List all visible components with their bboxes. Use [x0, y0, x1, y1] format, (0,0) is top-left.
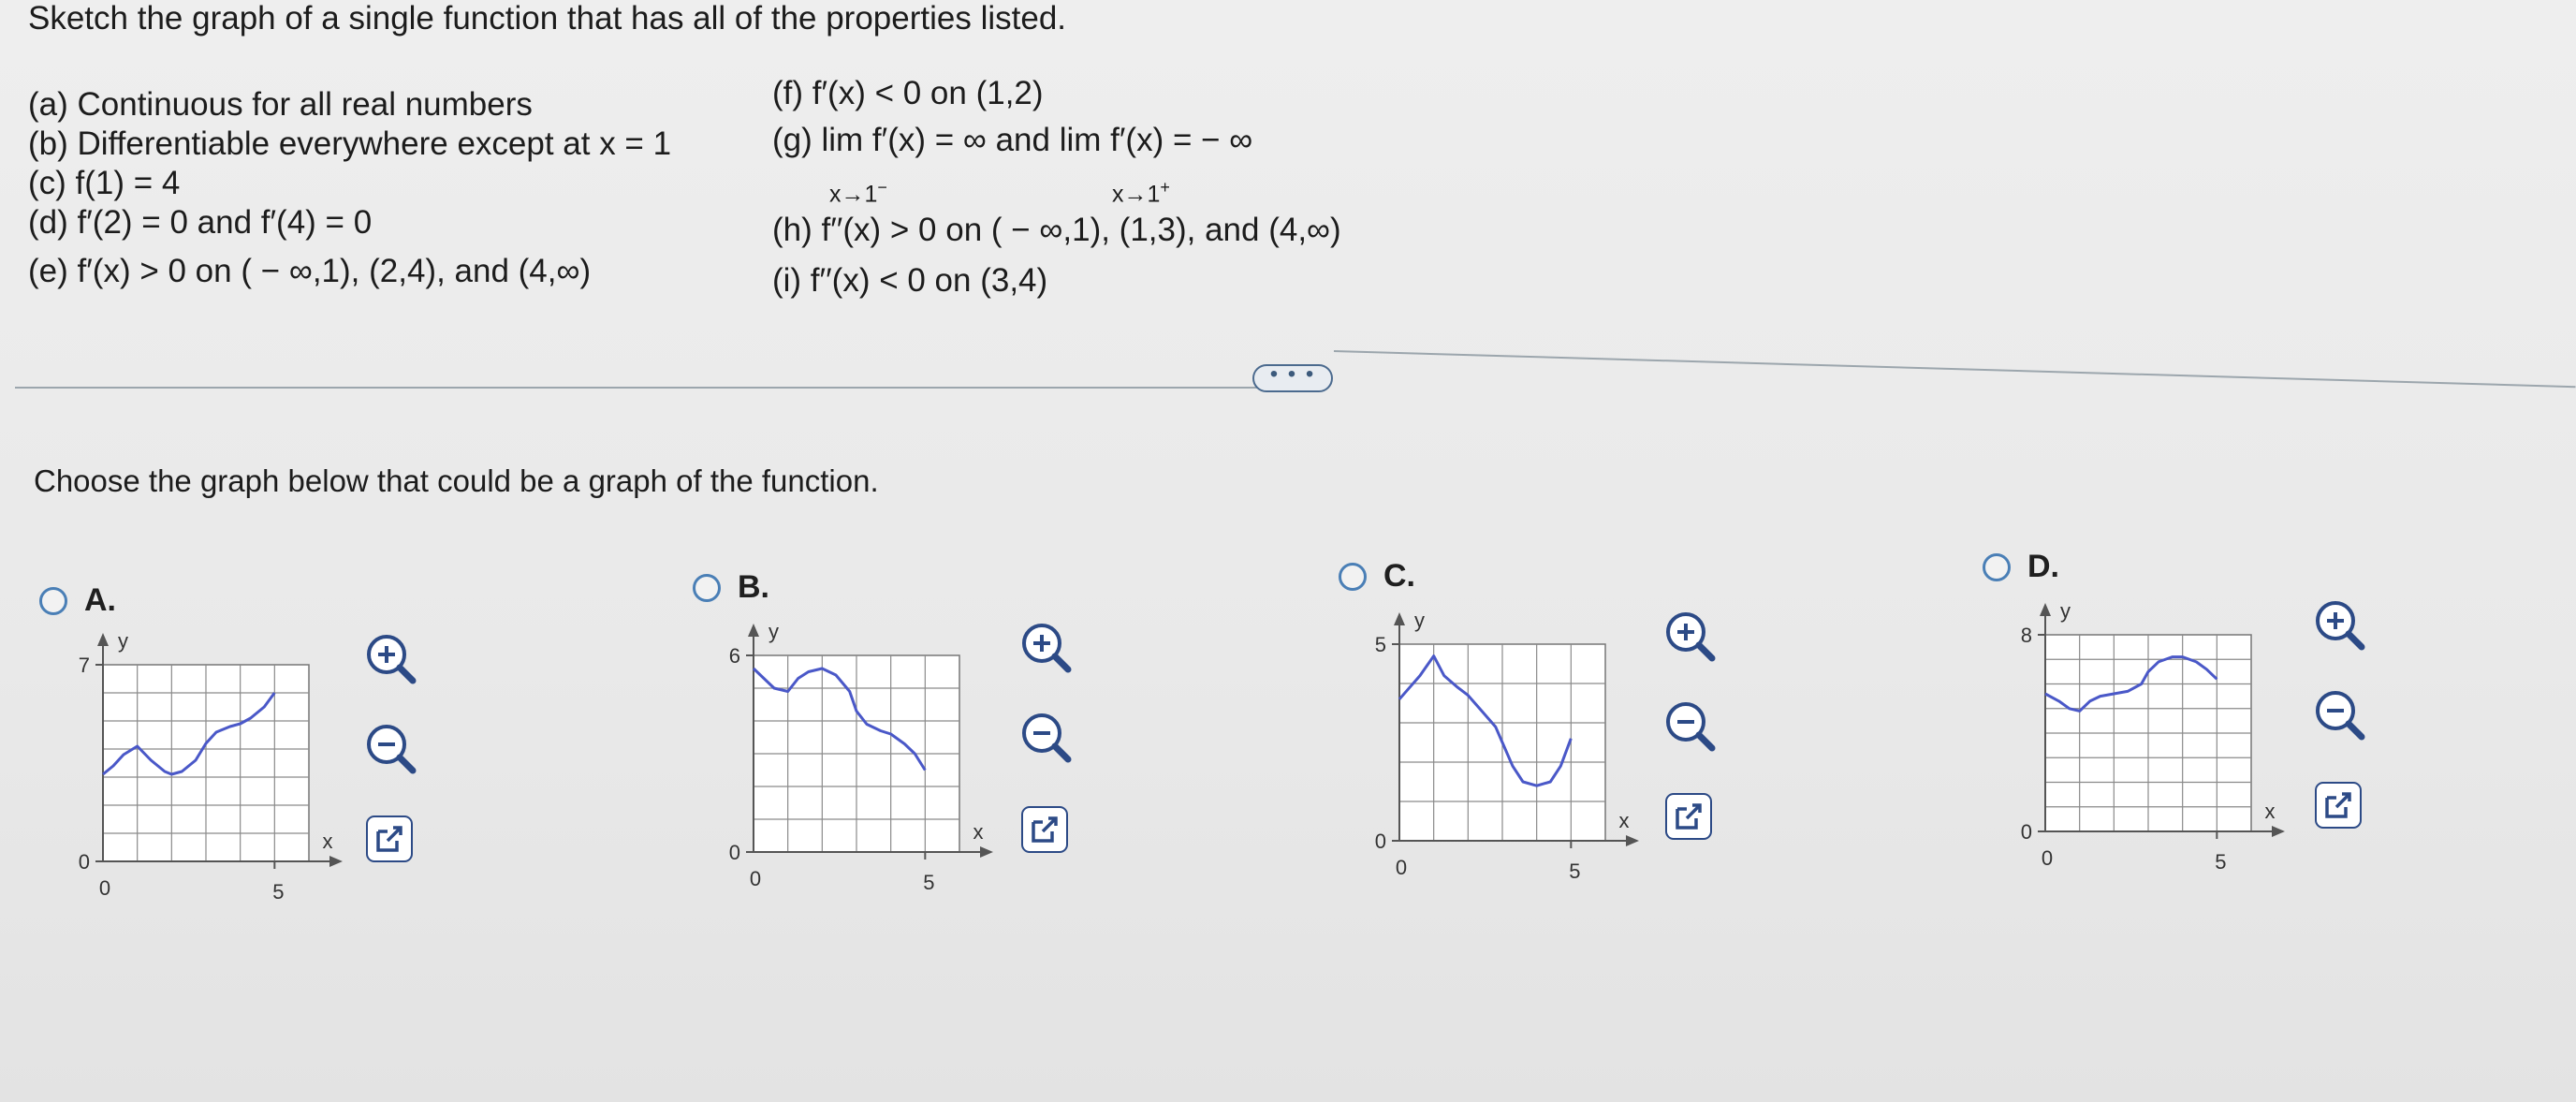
- property-g: (g) lim f′(x) = ∞ and lim f′(x) = − ∞: [772, 122, 1253, 158]
- x-origin-label: 0: [750, 867, 761, 890]
- divider: [15, 387, 1265, 389]
- option-c[interactable]: C.: [1339, 558, 1415, 595]
- x-tick-label: 5: [2215, 850, 2226, 874]
- open-new-window-icon[interactable]: [2314, 781, 2363, 830]
- y-tick-label: 8: [2021, 624, 2032, 647]
- x-axis-arrow: [1626, 835, 1639, 846]
- x-axis-label: x: [2265, 800, 2276, 823]
- y-tick-label: 7: [79, 654, 90, 677]
- property-i: (i) f′′(x) < 0 on (3,4): [772, 262, 1048, 299]
- open-new-window-icon[interactable]: [365, 815, 414, 863]
- origin-y-label: 0: [2021, 820, 2032, 844]
- y-axis-label: y: [1414, 609, 1425, 632]
- radio-option-b[interactable]: [693, 573, 721, 602]
- y-axis-arrow: [97, 633, 109, 646]
- divider: [1333, 350, 2576, 389]
- x-origin-label: 0: [1396, 856, 1407, 879]
- open-new-window-icon[interactable]: [1664, 792, 1713, 841]
- property-d: (d) f′(2) = 0 and f′(4) = 0: [28, 204, 373, 241]
- x-axis-arrow: [329, 856, 343, 867]
- option-letter-b: B.: [738, 569, 769, 605]
- limit-subscript-left: x→1−: [829, 178, 887, 208]
- radio-option-c[interactable]: [1339, 562, 1367, 591]
- origin-y-label: 0: [79, 850, 90, 874]
- zoom-out-icon[interactable]: [1662, 698, 1717, 753]
- x-tick-label: 5: [1569, 860, 1580, 883]
- x-tick-label: 5: [923, 871, 934, 894]
- option-d[interactable]: D.: [1983, 549, 2059, 585]
- origin-y-label: 0: [1375, 830, 1386, 853]
- property-h: (h) f′′(x) > 0 on ( − ∞,1), (1,3), and (…: [772, 212, 1341, 248]
- x-tick-label: 5: [272, 880, 284, 904]
- property-a: (a) Continuous for all real numbers: [28, 86, 533, 123]
- x-axis-label: x: [1619, 809, 1630, 832]
- x-axis-arrow: [2272, 826, 2285, 837]
- question-title: Sketch the graph of a single function th…: [28, 0, 1067, 37]
- graph-d: 8 00 5 x y: [2021, 599, 2285, 874]
- zoom-out-icon[interactable]: [363, 721, 417, 775]
- radio-option-a[interactable]: [39, 586, 67, 615]
- x-origin-label: 0: [2042, 846, 2053, 870]
- y-axis-label: y: [118, 629, 128, 653]
- radio-option-d[interactable]: [1983, 552, 2011, 581]
- open-new-window-icon[interactable]: [1020, 805, 1069, 854]
- y-axis-arrow: [748, 624, 759, 637]
- option-letter-c: C.: [1383, 558, 1415, 594]
- graph-a: 7 00 5 x y: [79, 629, 343, 904]
- zoom-in-icon[interactable]: [1662, 609, 1717, 663]
- y-axis-arrow: [2040, 603, 2051, 616]
- option-b[interactable]: B.: [693, 569, 769, 606]
- y-axis-label: y: [2060, 599, 2071, 623]
- more-button[interactable]: • • •: [1252, 363, 1333, 392]
- y-tick-label: 5: [1375, 633, 1386, 656]
- zoom-out-icon[interactable]: [2312, 687, 2366, 742]
- y-tick-label: 6: [729, 644, 740, 668]
- option-letter-d: D.: [2027, 549, 2059, 584]
- graph-c: 5 00 5 x y: [1375, 609, 1639, 883]
- property-e: (e) f′(x) > 0 on ( − ∞,1), (2,4), and (4…: [28, 253, 592, 289]
- instruction-text: Choose the graph below that could be a g…: [34, 463, 879, 498]
- x-axis-label: x: [973, 820, 984, 844]
- x-origin-label: 0: [99, 876, 110, 900]
- x-axis-label: x: [323, 830, 333, 853]
- zoom-in-icon[interactable]: [2312, 597, 2366, 652]
- zoom-out-icon[interactable]: [1018, 710, 1073, 764]
- option-a[interactable]: A.: [39, 582, 116, 619]
- option-letter-a: A.: [84, 582, 116, 618]
- x-axis-arrow: [980, 846, 993, 858]
- y-axis-arrow: [1394, 612, 1405, 625]
- property-b: (b) Differentiable everywhere except at …: [28, 125, 672, 162]
- zoom-in-icon[interactable]: [363, 631, 417, 685]
- property-f: (f) f′(x) < 0 on (1,2): [772, 75, 1044, 111]
- property-c: (c) f(1) = 4: [28, 165, 181, 201]
- origin-y-label: 0: [729, 841, 740, 864]
- y-axis-label: y: [768, 620, 779, 643]
- graph-b: 6 00 5 x y: [729, 620, 993, 894]
- limit-subscript-right: x→1+: [1112, 178, 1170, 208]
- zoom-in-icon[interactable]: [1018, 620, 1073, 674]
